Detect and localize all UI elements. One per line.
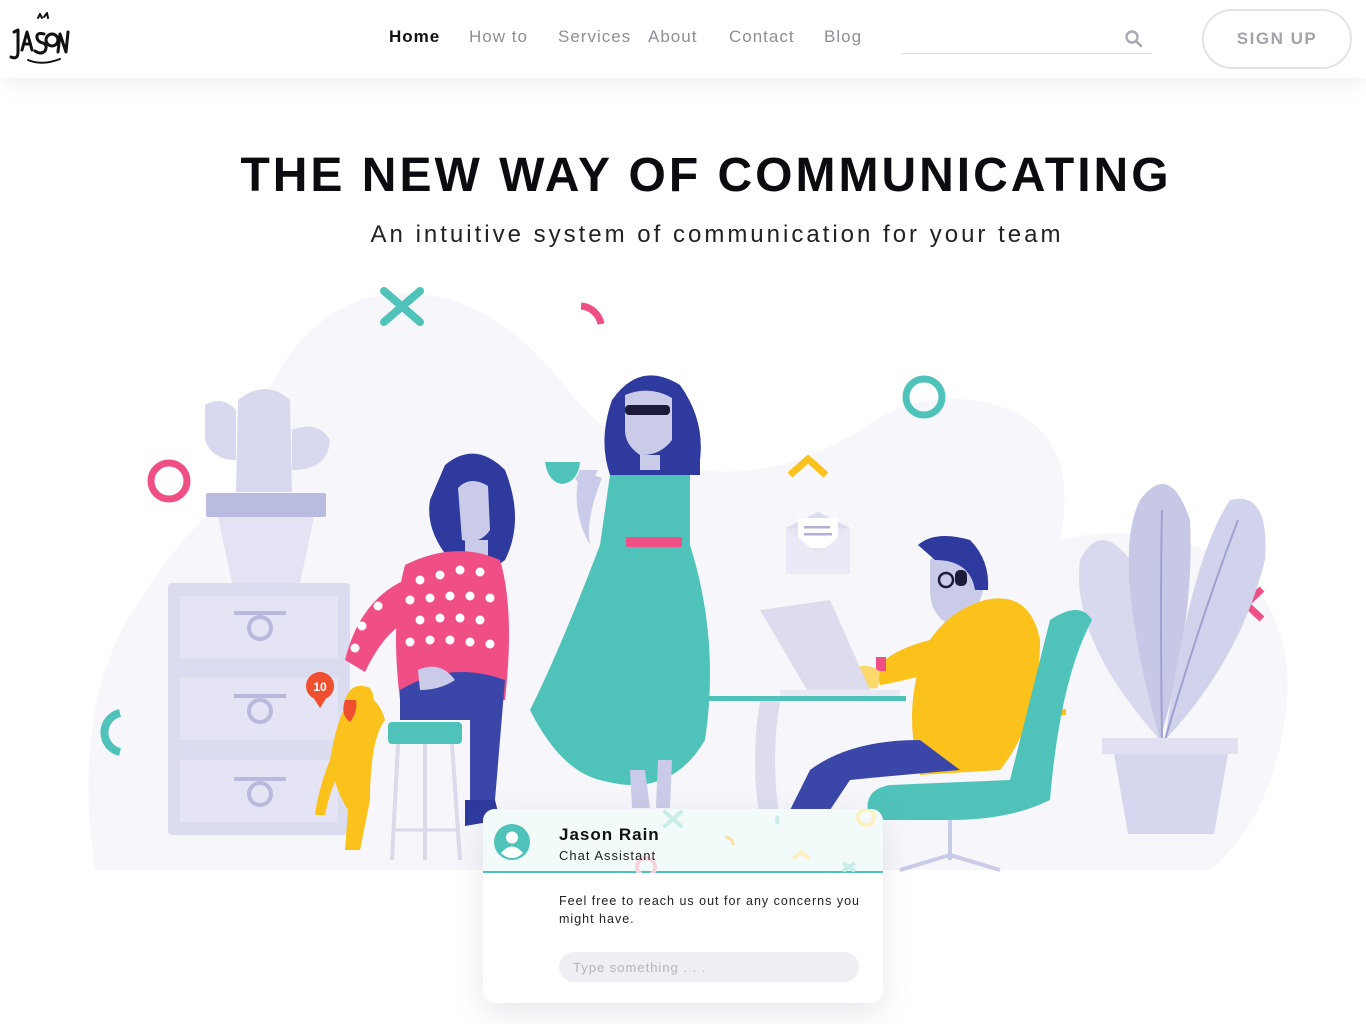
notification-count: 10 xyxy=(313,680,327,694)
chat-input[interactable] xyxy=(559,952,859,982)
nav-services[interactable]: Services xyxy=(558,27,631,47)
chat-message: Feel free to reach us out for any concer… xyxy=(559,894,860,926)
nav-about[interactable]: About xyxy=(648,27,697,47)
sign-up-button[interactable]: SIGN UP xyxy=(1202,9,1352,69)
hero-illustration: 10 xyxy=(88,287,1288,872)
search-icon[interactable] xyxy=(1124,29,1144,49)
nav-how-to[interactable]: How to xyxy=(469,27,528,47)
assistant-name: Jason Rain xyxy=(559,825,660,844)
nav-blog[interactable]: Blog xyxy=(824,27,862,47)
nav-contact[interactable]: Contact xyxy=(729,27,795,47)
assistant-avatar-icon xyxy=(494,824,530,860)
top-navbar: Home How to Services About Contact Blog … xyxy=(0,0,1366,78)
search-input[interactable] xyxy=(902,22,1122,52)
chat-widget: Jason Rain Chat Assistant Feel free to r… xyxy=(483,809,883,1003)
chat-header-decoration xyxy=(635,809,876,873)
chat-header: Jason Rain Chat Assistant xyxy=(483,809,883,873)
assistant-role: Chat Assistant xyxy=(559,848,657,863)
search-box xyxy=(902,22,1152,54)
nav-home[interactable]: Home xyxy=(389,27,440,47)
brand-logo[interactable] xyxy=(8,10,70,68)
hero-subtitle: An intuitive system of communication for… xyxy=(370,221,1064,248)
hero-title: THE NEW WAY OF COMMUNICATING xyxy=(240,149,1172,202)
